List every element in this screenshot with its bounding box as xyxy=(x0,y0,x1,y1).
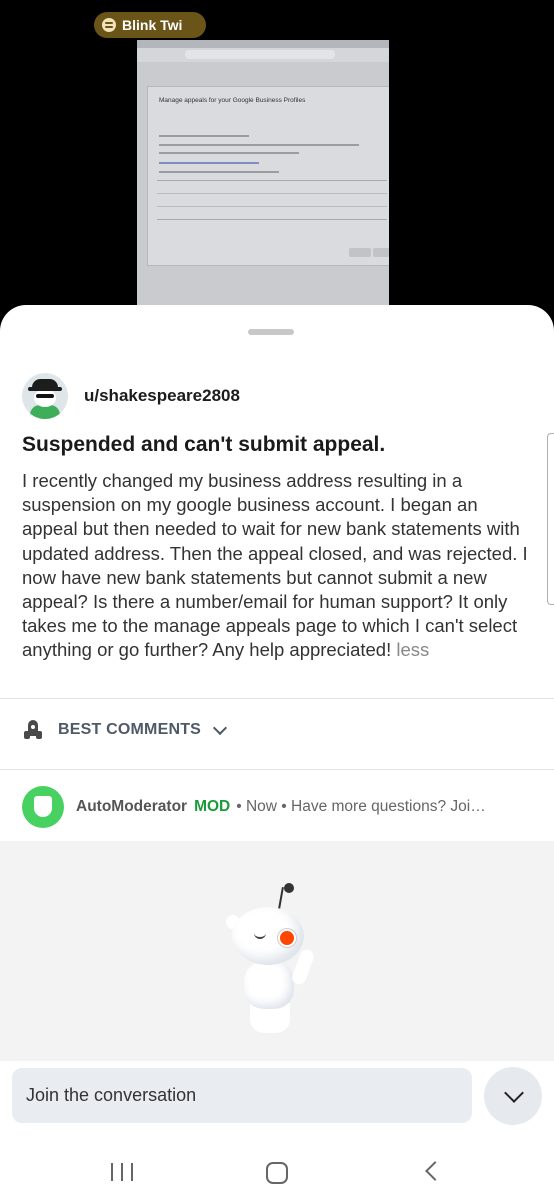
collapse-button[interactable] xyxy=(484,1067,542,1125)
scrollbar[interactable] xyxy=(547,433,554,605)
media-notification-pill[interactable]: Blink Twi xyxy=(94,12,206,38)
browser-tabs xyxy=(137,40,389,48)
sort-comments-dropdown[interactable]: BEST COMMENTS xyxy=(22,719,228,741)
snoo-mascot-icon xyxy=(226,883,336,1035)
recent-apps-button[interactable] xyxy=(111,1163,133,1181)
snoo-illustration xyxy=(0,841,554,1061)
join-conversation-input[interactable]: Join the conversation xyxy=(12,1068,472,1123)
photo-button xyxy=(373,248,389,257)
back-button[interactable] xyxy=(425,1161,445,1181)
shield-icon xyxy=(34,796,52,817)
less-link[interactable]: less xyxy=(396,639,429,660)
mod-badge: MOD xyxy=(194,798,231,815)
post-body-text: I recently changed my business address r… xyxy=(22,470,528,661)
photo-line xyxy=(159,152,299,154)
post-title: Suspended and can't submit appeal. xyxy=(22,433,386,456)
drag-handle[interactable] xyxy=(248,329,294,335)
sort-label: BEST COMMENTS xyxy=(58,721,202,738)
comment-header[interactable]: AutoModerator MOD • Now • Have more ques… xyxy=(22,786,542,828)
home-button[interactable] xyxy=(266,1162,288,1184)
system-nav-bar xyxy=(0,1143,554,1200)
appeals-page-title: Manage appeals for your Google Business … xyxy=(159,97,306,104)
appeals-table xyxy=(157,180,387,220)
comment-meta: • Now • Have more questions? Join o... xyxy=(236,798,487,815)
rocket-icon xyxy=(22,719,44,741)
chevron-down-icon xyxy=(212,720,228,735)
photo-line xyxy=(159,162,259,164)
media-pill-text: Blink Twi xyxy=(122,17,183,33)
post-author[interactable]: u/shakespeare2808 xyxy=(22,373,240,419)
post-sheet: u/shakespeare2808 Suspended and can't su… xyxy=(0,305,554,1200)
browser-search-bar xyxy=(185,50,335,59)
appeals-card xyxy=(147,86,389,266)
post-image[interactable]: Manage appeals for your Google Business … xyxy=(137,40,389,308)
user-avatar[interactable] xyxy=(22,373,68,419)
post-body: I recently changed my business address r… xyxy=(22,469,534,663)
automoderator-avatar[interactable] xyxy=(22,786,64,828)
photo-button xyxy=(349,248,371,257)
author-username[interactable]: u/shakespeare2808 xyxy=(84,386,240,406)
composer-placeholder: Join the conversation xyxy=(26,1085,197,1105)
photo-line xyxy=(159,135,249,137)
chevron-down-icon xyxy=(504,1083,524,1103)
spotify-icon xyxy=(102,18,116,32)
comment-author[interactable]: AutoModerator xyxy=(76,798,187,816)
photo-line xyxy=(159,144,359,146)
divider xyxy=(0,698,554,699)
photo-line xyxy=(159,171,279,173)
divider xyxy=(0,769,554,770)
